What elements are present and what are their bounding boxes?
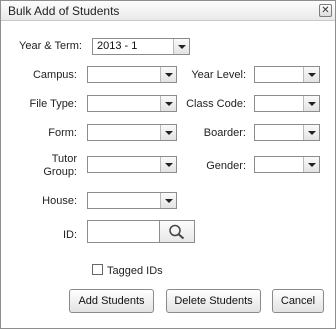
form-label: Form: [48, 127, 77, 139]
id-label: ID: [62, 229, 77, 241]
tutor-group-label-line1: Tutor [51, 153, 77, 165]
delete-students-button[interactable]: Delete Students [166, 289, 261, 313]
gender-label: Gender: [206, 160, 246, 172]
form-select[interactable] [87, 124, 177, 141]
bulk-add-dialog: Bulk Add of Students ✕ Year & Term: 2013… [0, 0, 336, 329]
chevron-down-icon [173, 39, 189, 54]
year-term-label: Year & Term: [19, 40, 82, 52]
tagged-ids-label[interactable]: Tagged IDs [107, 265, 163, 277]
dialog-title: Bulk Add of Students [8, 4, 120, 18]
close-icon[interactable]: ✕ [319, 4, 332, 17]
campus-label: Campus: [32, 69, 77, 81]
boarder-label: Boarder: [203, 127, 246, 139]
house-label: House: [42, 195, 77, 207]
house-select[interactable] [87, 192, 177, 209]
chevron-down-icon [160, 67, 176, 82]
chevron-down-icon [160, 96, 176, 111]
title-bar[interactable]: Bulk Add of Students ✕ [1, 1, 335, 21]
class-code-label: Class Code: [186, 98, 246, 110]
file-type-select[interactable] [87, 95, 177, 112]
chevron-down-icon [160, 125, 176, 140]
tutor-group-select[interactable] [87, 156, 177, 173]
gender-select[interactable] [254, 156, 320, 173]
cancel-button[interactable]: Cancel [272, 289, 324, 313]
add-students-button[interactable]: Add Students [69, 289, 154, 313]
chevron-down-icon [303, 67, 319, 82]
chevron-down-icon [160, 157, 176, 172]
id-input[interactable] [87, 220, 160, 243]
year-term-value: 2013 - 1 [97, 40, 138, 52]
year-level-label: Year Level: [191, 69, 246, 81]
year-term-select[interactable]: 2013 - 1 [92, 38, 190, 55]
file-type-label: File Type: [29, 98, 78, 110]
tutor-group-label-line2: Group: [43, 166, 77, 178]
chevron-down-icon [160, 193, 176, 208]
tagged-ids-checkbox[interactable] [92, 264, 103, 275]
class-code-select[interactable] [254, 95, 320, 112]
chevron-down-icon [303, 125, 319, 140]
search-icon [169, 224, 185, 240]
year-level-select[interactable] [254, 66, 320, 83]
chevron-down-icon [303, 157, 319, 172]
boarder-select[interactable] [254, 124, 320, 141]
chevron-down-icon [303, 96, 319, 111]
campus-select[interactable] [87, 66, 177, 83]
id-search-button[interactable] [159, 220, 195, 243]
